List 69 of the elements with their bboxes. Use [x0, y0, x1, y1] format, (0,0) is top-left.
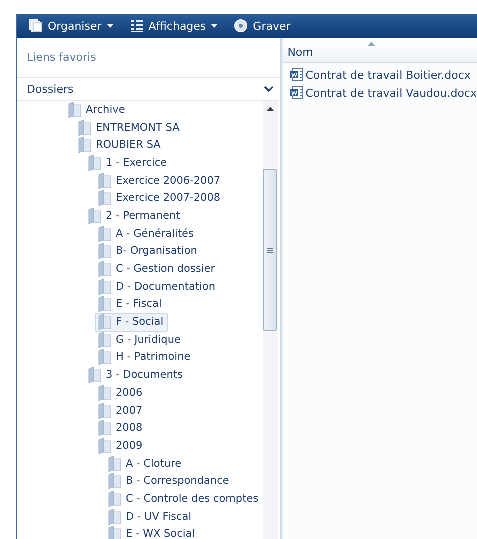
folder-item[interactable]: B- Organisation	[95, 242, 202, 261]
folder-icon	[98, 278, 112, 295]
sort-icon	[368, 42, 375, 46]
folder-icon	[98, 384, 112, 401]
folder-item[interactable]: G - Juridique	[95, 330, 185, 350]
folder-icon	[98, 349, 112, 366]
folder-icon	[98, 172, 112, 189]
word-document-icon	[290, 68, 304, 82]
folder-item[interactable]: E - WX Social	[105, 524, 200, 539]
folder-icon	[108, 526, 122, 539]
folder-icon	[98, 420, 112, 436]
folder-item[interactable]: A - Généralités	[95, 224, 198, 244]
folder-icon	[98, 190, 112, 206]
folder-icon	[98, 226, 112, 242]
folder-icon	[108, 473, 122, 490]
folder-icon	[98, 332, 112, 348]
pages-icon	[29, 19, 43, 33]
folder-item[interactable]: ENTREMONT SA	[75, 118, 184, 138]
chevron-icon	[264, 86, 274, 92]
folder-item[interactable]: E - Fiscal	[95, 294, 166, 314]
folder-item[interactable]: 2 - Permanent	[85, 206, 184, 226]
disc-icon	[234, 19, 248, 33]
folder-item[interactable]: Exercice 2007-2008	[95, 188, 225, 208]
folder-item[interactable]: 2009	[95, 436, 147, 456]
folder-item[interactable]: Archive	[65, 101, 130, 120]
folder-item[interactable]: A - Cloture	[105, 454, 186, 474]
folder-item[interactable]: C - Gestion dossier	[95, 260, 220, 279]
folder-icon	[98, 296, 112, 312]
folder-item[interactable]: B - Correspondance	[105, 472, 234, 491]
column-header[interactable]: Nom	[282, 42, 477, 62]
scrollbar-thumb[interactable]	[263, 169, 278, 331]
folders-header[interactable]: Dossiers	[17, 78, 280, 101]
folder-item[interactable]: F - Social	[95, 312, 168, 332]
folder-icon	[78, 120, 92, 136]
folder-item[interactable]: C - Controle des comptes	[105, 489, 263, 508]
folder-item[interactable]: D - UV Fiscal	[105, 507, 196, 526]
scrollbar[interactable]	[262, 101, 278, 539]
folder-item[interactable]: Exercice 2006-2007	[95, 171, 225, 190]
favorites-link[interactable]: Liens favoris	[27, 51, 96, 64]
file-item[interactable]: Contrat de travail Boitier.docx	[282, 66, 477, 84]
word-document-icon	[290, 86, 304, 100]
folder-icon	[108, 456, 122, 472]
folder-item[interactable]: 1 - Exercice	[85, 153, 172, 172]
folder-item[interactable]: 2008	[95, 418, 147, 438]
toolbar-button[interactable]: Graver	[230, 17, 295, 35]
folder-icon	[88, 208, 102, 224]
folder-icon	[68, 102, 82, 118]
folder-icon	[88, 154, 102, 171]
toolbar-button[interactable]: Affichages	[126, 17, 222, 35]
folder-icon	[98, 243, 112, 260]
scroll-up-icon[interactable]	[266, 107, 274, 111]
list-view-icon	[130, 19, 144, 33]
folder-icon	[88, 367, 102, 384]
folder-item[interactable]: D - Documentation	[95, 277, 220, 296]
folder-icon	[98, 438, 112, 454]
folder-icon	[108, 490, 122, 507]
grip-icon	[267, 248, 274, 252]
toolbar-button[interactable]: Organiser	[25, 17, 118, 35]
folder-icon	[98, 314, 112, 330]
folder-item[interactable]: ROUBIER SA	[75, 136, 165, 155]
file-item[interactable]: Contrat de travail Vaudou.docx	[282, 84, 477, 102]
folder-item[interactable]: 2006	[95, 383, 147, 402]
folder-icon	[98, 261, 112, 278]
folder-item[interactable]: 2007	[95, 401, 147, 420]
folder-item[interactable]: 3 - Documents	[85, 366, 188, 385]
folder-item[interactable]: H - Patrimoine	[95, 348, 195, 367]
folder-icon	[78, 137, 92, 154]
folder-icon	[98, 402, 112, 419]
folder-icon	[108, 508, 122, 525]
